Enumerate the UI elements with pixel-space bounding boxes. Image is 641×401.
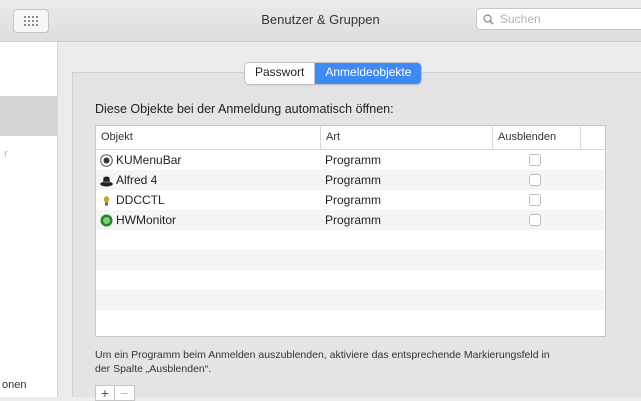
- search-icon: [483, 13, 494, 25]
- hide-checkbox[interactable]: [529, 174, 541, 186]
- item-type: Programm: [325, 153, 382, 167]
- sidebar-selected-user[interactable]: [0, 96, 57, 136]
- item-type: Programm: [325, 173, 382, 187]
- column-header-empty: [580, 126, 605, 149]
- empty-row: [96, 250, 605, 270]
- tab-anmeldeobjekte[interactable]: Anmeldeobjekte: [314, 63, 422, 84]
- item-name: KUMenuBar: [116, 153, 182, 167]
- table-row[interactable]: HWMonitor Programm: [96, 210, 605, 230]
- tab-bar: Passwort Anmeldeobjekte: [244, 62, 423, 85]
- hide-hint-text: Um ein Programm beim Anmelden auszublend…: [95, 349, 550, 375]
- search-field[interactable]: [476, 8, 641, 30]
- remove-item-button[interactable]: −: [115, 385, 135, 401]
- item-name: DDCCTL: [116, 193, 165, 207]
- empty-row: [96, 290, 605, 310]
- empty-row: [96, 230, 605, 250]
- title-bar: Benutzer & Gruppen: [0, 0, 641, 42]
- sidebar-text-fragment: r: [4, 148, 8, 160]
- table-header: Objekt Art Ausblenden: [96, 126, 605, 150]
- show-all-button[interactable]: [13, 9, 49, 33]
- kumenubar-icon: [100, 153, 113, 167]
- item-type: Programm: [325, 193, 382, 207]
- hide-checkbox[interactable]: [529, 154, 541, 166]
- item-type: Programm: [325, 213, 382, 227]
- column-header-objekt[interactable]: Objekt: [96, 126, 320, 149]
- column-header-ausblenden[interactable]: Ausblenden: [492, 126, 580, 149]
- ddcctl-icon: [103, 195, 110, 205]
- hwmonitor-icon: [100, 214, 113, 226]
- table-row[interactable]: DDCCTL Programm: [96, 190, 605, 210]
- login-items-table: Objekt Art Ausblenden KUMenuBar Programm…: [95, 125, 606, 337]
- sidebar-login-options-label[interactable]: onen: [2, 379, 26, 391]
- add-remove-controls: + −: [95, 385, 135, 401]
- sidebar: r onen: [0, 42, 58, 397]
- login-items-intro: Diese Objekte bei der Anmeldung automati…: [95, 102, 394, 116]
- empty-row: [96, 310, 605, 330]
- item-name: Alfred 4: [116, 173, 158, 187]
- grid-icon: [24, 16, 38, 26]
- column-header-art[interactable]: Art: [320, 126, 492, 149]
- hide-checkbox[interactable]: [529, 214, 541, 226]
- table-row[interactable]: KUMenuBar Programm: [96, 150, 605, 170]
- table-row[interactable]: Alfred 4 Programm: [96, 170, 605, 190]
- hide-checkbox[interactable]: [529, 194, 541, 206]
- add-item-button[interactable]: +: [95, 385, 115, 401]
- alfred-icon: [100, 176, 113, 186]
- empty-row: [96, 270, 605, 290]
- item-name: HWMonitor: [116, 213, 177, 227]
- search-input[interactable]: [498, 11, 622, 27]
- tab-passwort[interactable]: Passwort: [245, 63, 315, 84]
